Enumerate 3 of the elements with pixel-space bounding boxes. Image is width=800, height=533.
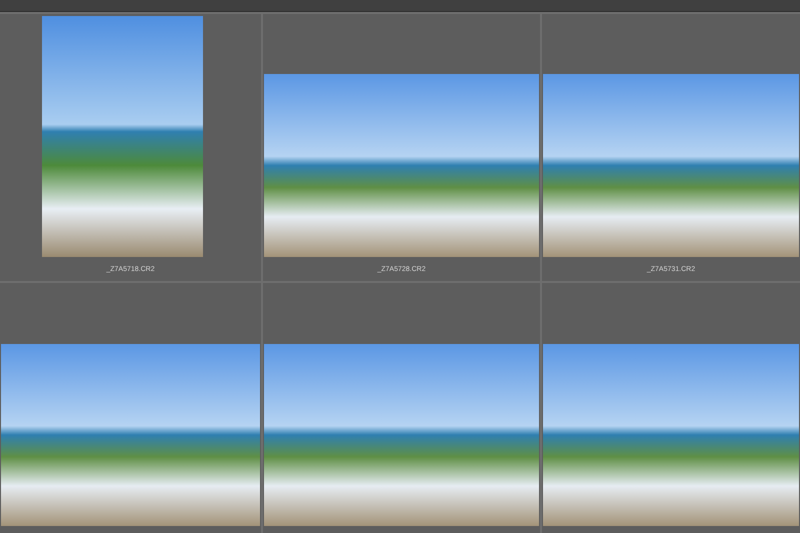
thumbnail-cell[interactable]	[263, 283, 540, 533]
thumbnail-cell[interactable]	[0, 283, 261, 533]
thumbnail-cell[interactable]	[542, 283, 800, 533]
